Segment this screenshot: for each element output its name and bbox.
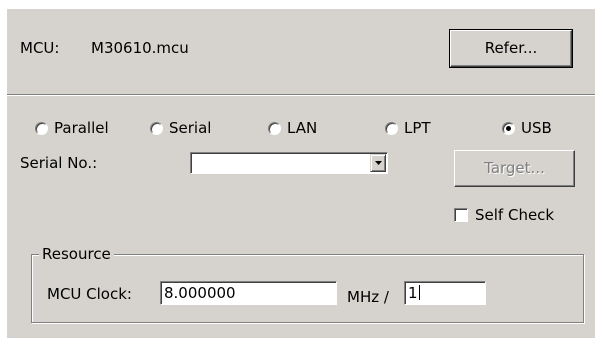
mcu-label: MCU:	[20, 39, 60, 57]
self-check-label: Self Check	[475, 206, 555, 224]
mcu-clock-label: MCU Clock:	[47, 285, 132, 303]
serial-no-label: Serial No.:	[20, 154, 98, 172]
radio-lan-circle[interactable]	[268, 122, 281, 135]
text-caret	[418, 285, 420, 300]
radio-serial-circle[interactable]	[150, 122, 163, 135]
mcu-clock-input[interactable]: 8.000000	[160, 281, 337, 305]
radio-parallel-label: Parallel	[54, 119, 109, 137]
radio-lpt-label: LPT	[404, 119, 431, 137]
debugger-settings-dialog: MCU: M30610.mcu Refer... Parallel Serial…	[7, 9, 595, 338]
mcu-file-name: M30610.mcu	[91, 39, 189, 57]
refer-button[interactable]: Refer...	[449, 29, 573, 68]
chevron-down-icon	[375, 161, 382, 165]
separator	[7, 94, 595, 96]
radio-usb-selected-dot	[506, 126, 511, 131]
mhz-divider-label: MHz /	[347, 288, 389, 306]
clock-divider-input[interactable]: 1	[404, 281, 486, 305]
target-button-label: Target...	[484, 159, 545, 177]
radio-lpt-circle[interactable]	[385, 122, 398, 135]
radio-usb-circle[interactable]	[502, 122, 515, 135]
target-button[interactable]: Target...	[454, 150, 575, 187]
resource-group-title: Resource	[39, 245, 114, 263]
radio-serial-label: Serial	[169, 119, 212, 137]
radio-parallel-circle[interactable]	[35, 122, 48, 135]
mcu-clock-value: 8.000000	[164, 284, 236, 302]
clock-divider-value: 1	[408, 284, 418, 302]
radio-lan-label: LAN	[287, 119, 318, 137]
serial-no-dropdown-button[interactable]	[370, 154, 386, 172]
serial-no-combobox[interactable]	[190, 152, 388, 174]
self-check-box[interactable]	[454, 208, 468, 222]
refer-button-label: Refer...	[484, 39, 538, 57]
radio-usb-label: USB	[521, 119, 552, 137]
